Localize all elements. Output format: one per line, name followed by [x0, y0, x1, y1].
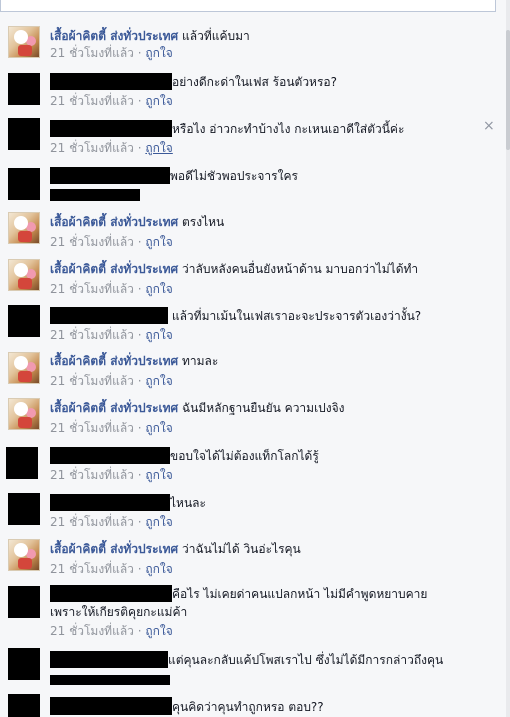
comment-text: ไหนละ	[170, 496, 206, 510]
comment-time[interactable]: 21 ชั่วโมงที่แล้ว	[50, 282, 134, 296]
page-avatar[interactable]	[8, 212, 40, 244]
comment-time[interactable]: 21 ชั่วโมงที่แล้ว	[50, 562, 134, 576]
like-link[interactable]: ถูกใจ	[145, 624, 172, 638]
like-link[interactable]: ถูกใจ	[145, 328, 172, 342]
redacted-avatar	[6, 447, 38, 479]
redacted-name	[50, 651, 168, 668]
like-link[interactable]: ถูกใจ	[145, 235, 172, 249]
page-avatar[interactable]	[8, 26, 40, 58]
comment-list: เสื้อผ้าคิตตี้ ส่งทั่วประเทศ แล้วที่แค้บ…	[0, 0, 510, 717]
separator-dot: ·	[133, 421, 146, 435]
commenter-name[interactable]: เสื้อผ้าคิตตี้ ส่งทั่วประเทศ	[50, 29, 178, 43]
redacted-avatar	[8, 73, 40, 105]
commenter-name[interactable]: เสื้อผ้าคิตตี้ ส่งทั่วประเทศ	[50, 262, 178, 276]
separator-dot: ·	[133, 235, 146, 249]
like-link[interactable]: ถูกใจ	[145, 282, 172, 296]
commenter-name[interactable]: เสื้อผ้าคิตตี้ ส่งทั่วประเทศ	[50, 215, 178, 229]
commenter-name[interactable]: เสื้อผ้าคิตตี้ ส่งทั่วประเทศ	[50, 542, 178, 556]
redacted-name	[50, 697, 172, 715]
comment-text: หรือไง อ่าวกะทำบ้างไง กะเหนเอาดีใส่ตัวนี…	[172, 122, 405, 136]
page-avatar[interactable]	[8, 398, 40, 430]
scrollbar[interactable]	[506, 0, 510, 717]
separator-dot: ·	[133, 468, 146, 482]
redacted-name	[50, 494, 170, 511]
like-link[interactable]: ถูกใจ	[145, 94, 172, 108]
like-link[interactable]: ถูกใจ	[145, 141, 172, 155]
comment-text: ตรงไหน	[182, 215, 225, 229]
comment-text: ว่าลับหลังคนอื่นยังหน้าด้าน มาบอกว่าไม่ไ…	[182, 262, 419, 276]
comment-time[interactable]: 21 ชั่วโมงที่แล้ว	[50, 515, 134, 529]
comment-text-continued: เพราะให้เกียรติคุยกะแม่ค้า	[50, 605, 188, 619]
redacted-name	[50, 447, 170, 464]
redacted-name	[50, 307, 168, 324]
separator-dot: ·	[133, 374, 146, 388]
like-link[interactable]: ถูกใจ	[145, 562, 172, 576]
separator-dot: ·	[133, 328, 146, 342]
comment-text: คือไร ไม่เคยด่าคนแปลกหน้า ไม่มีคำพูดหยาบ…	[172, 587, 428, 601]
page-avatar[interactable]	[8, 539, 40, 571]
scrollbar-thumb[interactable]	[506, 30, 510, 150]
comment-text: ทามละ	[182, 354, 219, 368]
close-icon[interactable]: ×	[483, 118, 495, 134]
commenter-name[interactable]: เสื้อผ้าคิตตี้ ส่งทั่วประเทศ	[50, 354, 178, 368]
separator-dot: ·	[133, 562, 146, 576]
like-link[interactable]: ถูกใจ	[145, 421, 172, 435]
comment-time[interactable]: 21 ชั่วโมงที่แล้ว	[50, 94, 134, 108]
redacted-avatar	[8, 694, 40, 717]
like-link[interactable]: ถูกใจ	[145, 468, 172, 482]
comment-text: ว่าฉันไม่ได้ วินอ่ะไรคุน	[182, 542, 301, 556]
comment-time[interactable]: 21 ชั่วโมงที่แล้ว	[50, 468, 134, 482]
redacted-name	[50, 73, 172, 90]
like-link[interactable]: ถูกใจ	[145, 374, 172, 388]
comment-text: ฉันมีหลักฐานยืนยัน ความเปงจิง	[182, 401, 345, 415]
redacted-avatar	[8, 493, 40, 525]
redacted-avatar	[8, 648, 40, 680]
redacted-avatar	[8, 118, 40, 150]
like-link[interactable]: ถูกใจ	[145, 46, 172, 60]
comment-time[interactable]: 21 ชั่วโมงที่แล้ว	[50, 46, 134, 60]
comment-time[interactable]: 21 ชั่วโมงที่แล้ว	[50, 421, 134, 435]
separator-dot: ·	[133, 624, 146, 638]
comment-text: แล้วที่มาเม้นในเฟสเราอะจะประจารตัวเองว่า…	[171, 309, 422, 323]
redacted-avatar	[8, 168, 40, 200]
comment-time[interactable]: 21 ชั่วโมงที่แล้ว	[50, 374, 134, 388]
page-avatar[interactable]	[8, 259, 40, 291]
redacted-avatar	[8, 586, 40, 618]
like-link[interactable]: ถูกใจ	[145, 515, 172, 529]
comment-time[interactable]: 21 ชั่วโมงที่แล้ว	[50, 328, 134, 342]
page-avatar[interactable]	[8, 352, 40, 384]
separator-dot: ·	[133, 141, 146, 155]
comment-time[interactable]: 21 ชั่วโมงที่แล้ว	[50, 235, 134, 249]
comment-text: คุนคิดว่าคุนทำถูกหรอ ตอบ??	[172, 700, 324, 714]
comment-text: แต่คุนละกลับแค้ปโพสเราไป ซึ่งไม่ได้มีการ…	[168, 653, 444, 667]
commenter-name[interactable]: เสื้อผ้าคิตตี้ ส่งทั่วประเทศ	[50, 401, 178, 415]
comment-time[interactable]: 21 ชั่วโมงที่แล้ว	[50, 624, 134, 638]
comment-text: พอดีไม่ชัวพอประจารใคร	[170, 169, 298, 183]
redacted-meta	[50, 675, 170, 685]
redacted-name	[50, 585, 172, 602]
comment-text: แล้วที่แค้บมา	[182, 29, 250, 43]
separator-dot: ·	[133, 282, 146, 296]
comment-text: ขอบใจได้ไม่ต้องแท็กโลกได้รู้	[170, 449, 319, 463]
redacted-name	[50, 167, 170, 184]
redacted-avatar	[8, 305, 40, 337]
comment-time[interactable]: 21 ชั่วโมงที่แล้ว	[50, 141, 134, 155]
separator-dot: ·	[133, 515, 146, 529]
separator-dot: ·	[133, 94, 146, 108]
separator-dot: ·	[133, 46, 146, 60]
comment-text: อย่างดีกะด่าในเฟส ร้อนตัวหรอ?	[172, 75, 337, 89]
redacted-meta	[50, 189, 140, 201]
redacted-name	[50, 120, 172, 137]
